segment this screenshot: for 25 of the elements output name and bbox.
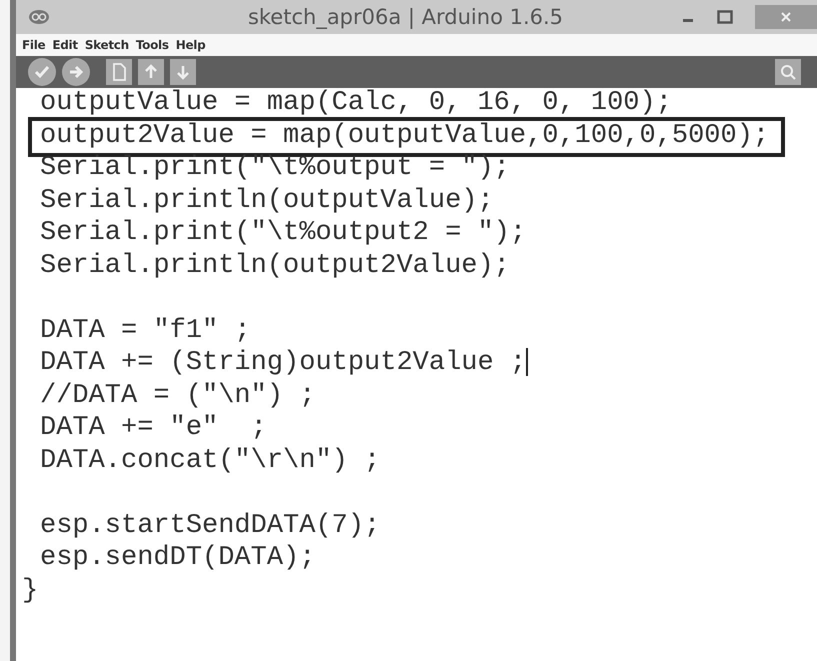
infinity-logo-icon xyxy=(28,9,50,25)
code-line: esp.startSendDATA(7); xyxy=(40,510,380,542)
code-line: DATA.concat("\r\n") ; xyxy=(40,446,380,478)
code-line: Serial.print("\t%output2 = "); xyxy=(40,218,526,250)
code-line: Serial.println(output2Value); xyxy=(40,250,510,282)
code-line: outputValue = map(Calc, 0, 16, 0, 100); xyxy=(40,88,672,120)
code-line: //DATA = ("\n") ; xyxy=(40,380,316,412)
window-title: sketch_apr06a | Arduino 1.6.5 xyxy=(246,5,564,29)
maximize-icon[interactable] xyxy=(717,10,733,24)
menu-item[interactable]: Edit xyxy=(52,38,78,52)
close-button[interactable] xyxy=(755,5,817,29)
menu-item[interactable]: File xyxy=(22,38,46,52)
code-line: Serial.println(outputValue); xyxy=(40,186,494,218)
code-line: DATA += (String)output2Value ; xyxy=(40,348,528,380)
text-caret xyxy=(526,348,528,376)
close-icon xyxy=(780,11,792,23)
menu-item[interactable]: Tools xyxy=(136,38,169,52)
verify-check-icon[interactable] xyxy=(28,58,56,86)
code-line: DATA += "e" ; xyxy=(40,413,267,445)
code-line: DATA = "f1" ; xyxy=(40,316,251,348)
code-line: } xyxy=(22,576,38,608)
code-line: esp.sendDT(DATA); xyxy=(40,543,316,575)
menu-item[interactable]: Sketch xyxy=(84,38,129,52)
menu-item[interactable]: Help xyxy=(176,38,206,52)
code-line: Serial.print("\t%output = "); xyxy=(40,153,510,185)
